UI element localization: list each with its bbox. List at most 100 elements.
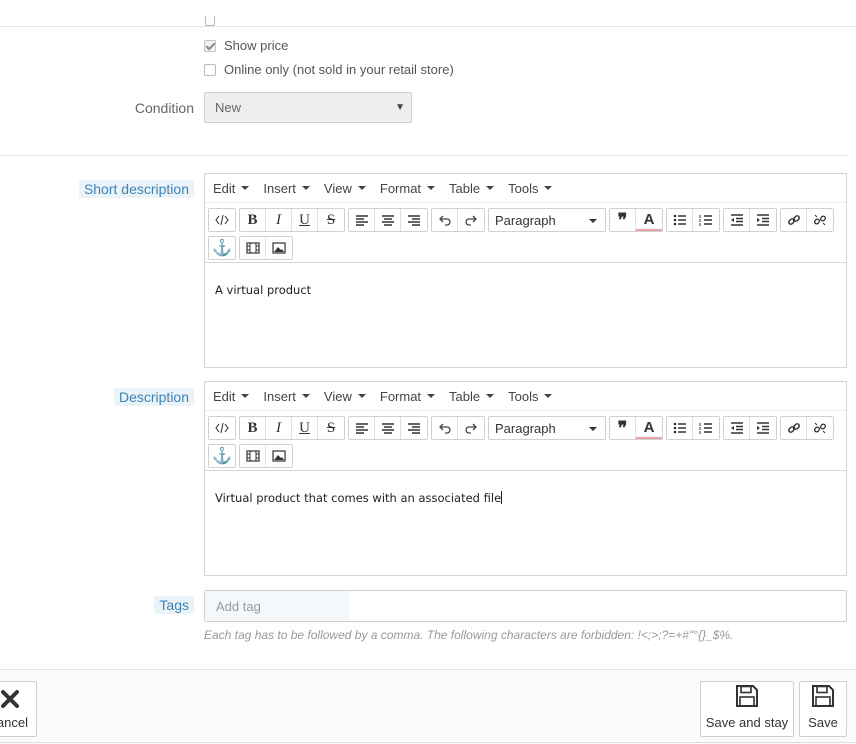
link-icon[interactable] <box>781 417 807 439</box>
condition-selected-value: New <box>215 100 242 115</box>
align-center-icon[interactable] <box>375 417 401 439</box>
editor-toolbar: B I U S Paragraph ❞ A ⚓ <box>205 411 846 471</box>
menu-format[interactable]: Format <box>380 181 436 196</box>
cancel-button[interactable]: ancel <box>0 681 37 737</box>
description-label: Description <box>113 388 194 406</box>
menu-tools[interactable]: Tools <box>508 181 553 196</box>
tags-input[interactable]: Add tag <box>204 590 847 622</box>
code-icon[interactable] <box>209 209 235 231</box>
chevron-down-icon <box>427 186 436 190</box>
short-description-label: Short description <box>78 180 194 198</box>
online-only-label: Online only (not sold in your retail sto… <box>224 62 454 77</box>
text-color-icon[interactable]: A <box>636 417 662 439</box>
chevron-down-icon <box>486 394 495 398</box>
save-and-stay-button[interactable]: Save and stay <box>700 681 794 737</box>
menu-format[interactable]: Format <box>380 389 436 404</box>
unlink-icon[interactable] <box>807 209 833 231</box>
save-button[interactable]: Save <box>799 681 847 737</box>
chevron-down-icon <box>427 394 436 398</box>
underline-icon[interactable]: U <box>292 209 318 231</box>
bullet-list-icon[interactable] <box>667 417 693 439</box>
form-footer: ancel Save and stay Save <box>0 669 856 744</box>
online-only-option[interactable]: Online only (not sold in your retail sto… <box>204 62 454 77</box>
undo-icon[interactable] <box>432 209 458 231</box>
short-description-editor[interactable]: Edit Insert View Format Table Tools B I … <box>204 173 847 368</box>
section-divider <box>0 155 848 156</box>
align-right-icon[interactable] <box>401 209 427 231</box>
floppy-disk-icon <box>811 684 835 711</box>
paragraph-format-select[interactable]: Paragraph <box>488 208 606 232</box>
bold-icon[interactable]: B <box>240 209 266 231</box>
menu-insert[interactable]: Insert <box>263 389 310 404</box>
align-right-icon[interactable] <box>401 417 427 439</box>
numbered-list-icon[interactable] <box>693 209 719 231</box>
description-content[interactable]: Virtual product that comes with an assoc… <box>205 471 846 575</box>
menu-tools[interactable]: Tools <box>508 389 553 404</box>
editor-menubar: Edit Insert View Format Table Tools <box>205 382 846 411</box>
blockquote-icon[interactable]: ❞ <box>610 209 636 231</box>
bold-icon[interactable]: B <box>240 417 266 439</box>
menu-edit[interactable]: Edit <box>213 389 250 404</box>
tags-label: Tags <box>154 596 194 614</box>
show-price-option[interactable]: Show price <box>204 38 288 53</box>
menu-insert[interactable]: Insert <box>263 181 310 196</box>
anchor-icon[interactable]: ⚓ <box>209 445 235 467</box>
underline-icon[interactable]: U <box>292 417 318 439</box>
chevron-down-icon <box>486 186 495 190</box>
link-icon[interactable] <box>781 209 807 231</box>
condition-select[interactable]: New ▼ <box>204 92 412 123</box>
menu-table[interactable]: Table <box>449 389 495 404</box>
blockquote-icon[interactable]: ❞ <box>610 417 636 439</box>
text-color-icon[interactable]: A <box>636 209 662 231</box>
italic-icon[interactable]: I <box>266 417 292 439</box>
chevron-down-icon <box>589 219 597 223</box>
align-left-icon[interactable] <box>349 209 375 231</box>
redo-icon[interactable] <box>458 417 484 439</box>
tags-placeholder[interactable]: Add tag <box>205 591 349 621</box>
indent-icon[interactable] <box>750 209 776 231</box>
numbered-list-icon[interactable] <box>693 417 719 439</box>
cropped-checkbox[interactable] <box>205 16 215 26</box>
description-editor[interactable]: Edit Insert View Format Table Tools B I … <box>204 381 847 576</box>
unlink-icon[interactable] <box>807 417 833 439</box>
short-description-content[interactable]: A virtual product <box>205 263 846 367</box>
chevron-down-icon <box>241 186 250 190</box>
chevron-down-icon <box>241 394 250 398</box>
save-and-stay-label: Save and stay <box>705 715 789 730</box>
redo-icon[interactable] <box>458 209 484 231</box>
strikethrough-icon[interactable]: S <box>318 417 344 439</box>
align-left-icon[interactable] <box>349 417 375 439</box>
indent-icon[interactable] <box>750 417 776 439</box>
image-icon[interactable] <box>266 445 292 467</box>
floppy-disk-icon <box>735 684 759 711</box>
code-icon[interactable] <box>209 417 235 439</box>
close-icon <box>1 690 19 711</box>
footer-bottom-line <box>0 742 856 743</box>
menu-table[interactable]: Table <box>449 181 495 196</box>
outdent-icon[interactable] <box>724 209 750 231</box>
chevron-down-icon <box>544 186 553 190</box>
bullet-list-icon[interactable] <box>667 209 693 231</box>
menu-view[interactable]: View <box>324 389 366 404</box>
undo-icon[interactable] <box>432 417 458 439</box>
image-icon[interactable] <box>266 237 292 259</box>
media-icon[interactable] <box>240 237 266 259</box>
anchor-icon[interactable]: ⚓ <box>209 237 235 259</box>
menu-edit[interactable]: Edit <box>213 181 250 196</box>
show-price-label: Show price <box>224 38 289 53</box>
show-price-checkbox[interactable] <box>204 39 216 52</box>
tags-help-text: Each tag has to be followed by a comma. … <box>204 628 734 642</box>
chevron-down-icon <box>301 186 310 190</box>
menu-view[interactable]: View <box>324 181 366 196</box>
italic-icon[interactable]: I <box>266 209 292 231</box>
outdent-icon[interactable] <box>724 417 750 439</box>
align-center-icon[interactable] <box>375 209 401 231</box>
strikethrough-icon[interactable]: S <box>318 209 344 231</box>
media-icon[interactable] <box>240 445 266 467</box>
condition-label: Condition <box>134 100 194 116</box>
editor-menubar: Edit Insert View Format Table Tools <box>205 174 846 203</box>
chevron-down-icon <box>357 186 366 190</box>
online-only-checkbox[interactable] <box>204 63 216 76</box>
paragraph-format-select[interactable]: Paragraph <box>488 416 606 440</box>
text-cursor <box>501 491 503 504</box>
